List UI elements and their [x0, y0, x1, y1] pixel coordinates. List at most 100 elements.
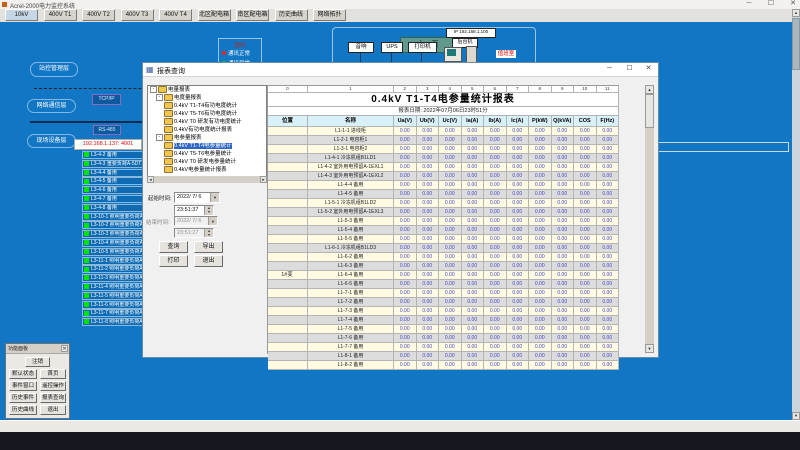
table-row[interactable]: L1-8-1 备用0.000.000.000.000.000.000.000.0… [268, 352, 619, 361]
expander-icon[interactable]: - [150, 86, 157, 93]
canvas-scrollbar[interactable] [792, 9, 800, 420]
table-row[interactable]: L1-3-1 电容柜20.000.000.000.000.000.000.000… [268, 145, 619, 154]
exit-panel-button[interactable]: 退出 [40, 405, 66, 415]
feeder-item[interactable]: L3-10-3 照明重要负荷A柜 [82, 230, 144, 238]
column-number[interactable]: 3 [417, 86, 440, 93]
table-scroll-down-icon[interactable]: ▼ [645, 344, 654, 353]
table-row[interactable]: L1-7-2 备用0.000.000.000.000.000.000.000.0… [268, 298, 619, 307]
history-curve-button[interactable]: 历史曲线 [9, 405, 37, 415]
minimize-icon[interactable]: ─ [742, 0, 756, 9]
dialog-close-icon[interactable]: ✕ [640, 63, 657, 75]
column-number[interactable]: 8 [529, 86, 552, 93]
query-button[interactable]: 查询 [159, 241, 188, 253]
feeder-item[interactable]: L3-11-3 照明重要负荷A柜 [82, 274, 144, 282]
dialog-maximize-icon[interactable]: ☐ [621, 63, 638, 75]
scroll-thumb[interactable] [792, 18, 800, 70]
feeder-item[interactable]: L3-11-6 照明重要负荷A柜 [82, 301, 144, 309]
feeder-item[interactable]: L3-11-8 照明重要负荷A柜 [82, 318, 144, 326]
table-row[interactable]: L1-7-4 备用0.000.000.000.000.000.000.000.0… [268, 316, 619, 325]
tree-item[interactable]: 0.4kV T5-T6有功电度统计 [148, 110, 266, 118]
table-row[interactable]: L1-2-1 电容柜10.000.000.000.000.000.000.000… [268, 136, 619, 145]
tab-北区配电箱[interactable]: 北区配电箱 [198, 9, 231, 21]
feeder-item[interactable]: L3-11-1 照明重要负荷A柜 [82, 257, 144, 265]
tab-南区配电箱[interactable]: 南区配电箱 [236, 9, 269, 21]
table-row[interactable]: L1-4-3 室外用电预留A-1EXL20.000.000.000.000.00… [268, 172, 619, 181]
table-scroll-thumb[interactable] [645, 94, 654, 128]
spinner-arrows-icon[interactable]: ▲▼ [204, 206, 213, 215]
event-window-button[interactable]: 事件窗口 [9, 381, 37, 391]
spinner-arrows-icon[interactable]: ▲▼ [204, 229, 213, 237]
scroll-right-icon[interactable]: ► [260, 176, 267, 183]
feeder-item[interactable]: L3-11-5 照明重要负荷A柜 [82, 292, 144, 300]
table-row[interactable]: L1-7-3 备用0.000.000.000.000.000.000.000.0… [268, 307, 619, 316]
tab-400V T3[interactable]: 400V T3 [121, 9, 154, 21]
dialog-minimize-icon[interactable]: ─ [601, 63, 618, 75]
history-events-button[interactable]: 历史事件 [9, 393, 37, 403]
close-icon[interactable]: ✕ [786, 0, 800, 9]
dialog-titlebar[interactable]: ▦ 报表查询 ─ ☐ ✕ [143, 63, 658, 77]
table-row[interactable]: L1-6-2 备用0.000.000.000.000.000.000.000.0… [268, 253, 619, 262]
feeder-item[interactable]: L3-10-2 照明重要负荷A柜 [82, 221, 144, 229]
tree-item[interactable]: 0.4kV T5-T6电参量统计 [148, 150, 266, 158]
feeder-item[interactable]: L3-4-2 备用 [82, 151, 144, 159]
scroll-left-icon[interactable]: ◄ [147, 176, 154, 183]
column-number[interactable]: 9 [552, 86, 575, 93]
tree-item[interactable]: 0.4kV T1-T4有功电度统计 [148, 102, 266, 110]
tree-item[interactable]: -电度量报表 [148, 94, 266, 102]
tab-400V T1[interactable]: 400V T1 [44, 9, 77, 21]
table-row[interactable]: L1-4-2 室外用电预留A-1EXL10.000.000.000.000.00… [268, 163, 619, 172]
tab-400V T2[interactable]: 400V T2 [82, 9, 115, 21]
column-number[interactable]: 2 [394, 86, 417, 93]
maximize-icon[interactable]: ☐ [764, 0, 778, 9]
table-row[interactable]: L1-6-5 备用0.000.000.000.000.000.000.000.0… [268, 280, 619, 289]
column-number[interactable]: 5 [462, 86, 485, 93]
table-row[interactable]: L1-5-4 备用0.000.000.000.000.000.000.000.0… [268, 226, 619, 235]
home-button[interactable]: 首页 [40, 369, 66, 379]
feeder-item[interactable]: L3-10-1 照明重要负荷A柜 [82, 213, 144, 221]
feeder-item[interactable]: L3-4-6 备用 [82, 186, 144, 194]
feeder-item[interactable]: L3-10-5 照明重要负荷A柜 [82, 248, 144, 256]
table-row[interactable]: L1-7-1 备用0.000.000.000.000.000.000.000.0… [268, 289, 619, 298]
print-button[interactable]: 打印 [159, 255, 188, 267]
tab-400V T4[interactable]: 400V T4 [159, 9, 192, 21]
column-number[interactable]: 7 [507, 86, 530, 93]
panel-close-icon[interactable]: ✕ [61, 345, 68, 352]
table-row[interactable]: L1-5-1 冷冻机组B1LD20.000.000.000.000.000.00… [268, 199, 619, 208]
exit-button[interactable]: 退出 [194, 255, 223, 267]
feeder-item[interactable]: L3-11-4 照明重要负荷A柜 [82, 283, 144, 291]
table-row[interactable]: L1-7-6 备用0.000.000.000.000.000.000.000.0… [268, 334, 619, 343]
tree-item[interactable]: 0.4kV T1-T4电参量统计 [148, 142, 266, 150]
expander-icon[interactable]: - [156, 134, 163, 141]
table-scroll-up-icon[interactable]: ▲ [645, 85, 654, 94]
start-date-select[interactable]: 2022/ 7/ 6▼ [174, 192, 220, 203]
feeder-item[interactable]: L3-11-7 照明重要负荷A柜 [82, 309, 144, 317]
table-row[interactable]: L1-5-5 备用0.000.000.000.000.000.000.000.0… [268, 235, 619, 244]
scroll-up-icon[interactable]: ▲ [792, 9, 800, 17]
tree-item[interactable]: -电参量报表 [148, 134, 266, 142]
remote-control-button[interactable]: 遥控操作 [40, 381, 66, 391]
start-time-spinner[interactable]: 23:51:37 ▲▼ [174, 205, 214, 216]
feeder-item[interactable]: L3-4-5 备用 [82, 177, 144, 185]
feeder-item[interactable]: L3-4-8 备用 [82, 204, 144, 212]
table-row[interactable]: L1-6-1 冷冻机组B1LD30.000.000.000.000.000.00… [268, 244, 619, 253]
tree-item[interactable]: -电量报表 [148, 86, 266, 94]
feeder-item[interactable]: L3-4-7 备用 [82, 195, 144, 203]
tree-hscrollbar[interactable] [147, 176, 267, 183]
function-panel-titlebar[interactable]: 功能面板 ✕ [6, 344, 69, 354]
table-row[interactable]: L1-4-1 冷冻机组B1LD10.000.000.000.000.000.00… [268, 154, 619, 163]
tab-历史曲线[interactable]: 历史曲线 [275, 9, 308, 21]
tab-10kV[interactable]: 10kV [5, 9, 38, 21]
tree-item[interactable]: 0.4kV有功电度统计报表 [148, 126, 266, 134]
chevron-down-icon[interactable]: ▼ [210, 193, 219, 202]
column-number[interactable]: 0 [268, 86, 308, 93]
scroll-down-icon[interactable]: ▼ [792, 412, 800, 420]
column-number[interactable]: 1 [308, 86, 394, 93]
table-row[interactable]: L1-5-3 备用0.000.000.000.000.000.000.000.0… [268, 217, 619, 226]
default-state-button[interactable]: 默认状态 [9, 369, 37, 379]
feeder-item[interactable]: L3-11-2 照明重要负荷A柜 [82, 265, 144, 273]
column-number[interactable]: 4 [439, 86, 462, 93]
table-row[interactable]: L1-6-3 备用0.000.000.000.000.000.000.000.0… [268, 262, 619, 271]
table-row[interactable]: L1-7-5 备用0.000.000.000.000.000.000.000.0… [268, 325, 619, 334]
table-row[interactable]: L1-4-5 备用0.000.000.000.000.000.000.000.0… [268, 190, 619, 199]
table-row[interactable]: L1-7-7 备用0.000.000.000.000.000.000.000.0… [268, 343, 619, 352]
